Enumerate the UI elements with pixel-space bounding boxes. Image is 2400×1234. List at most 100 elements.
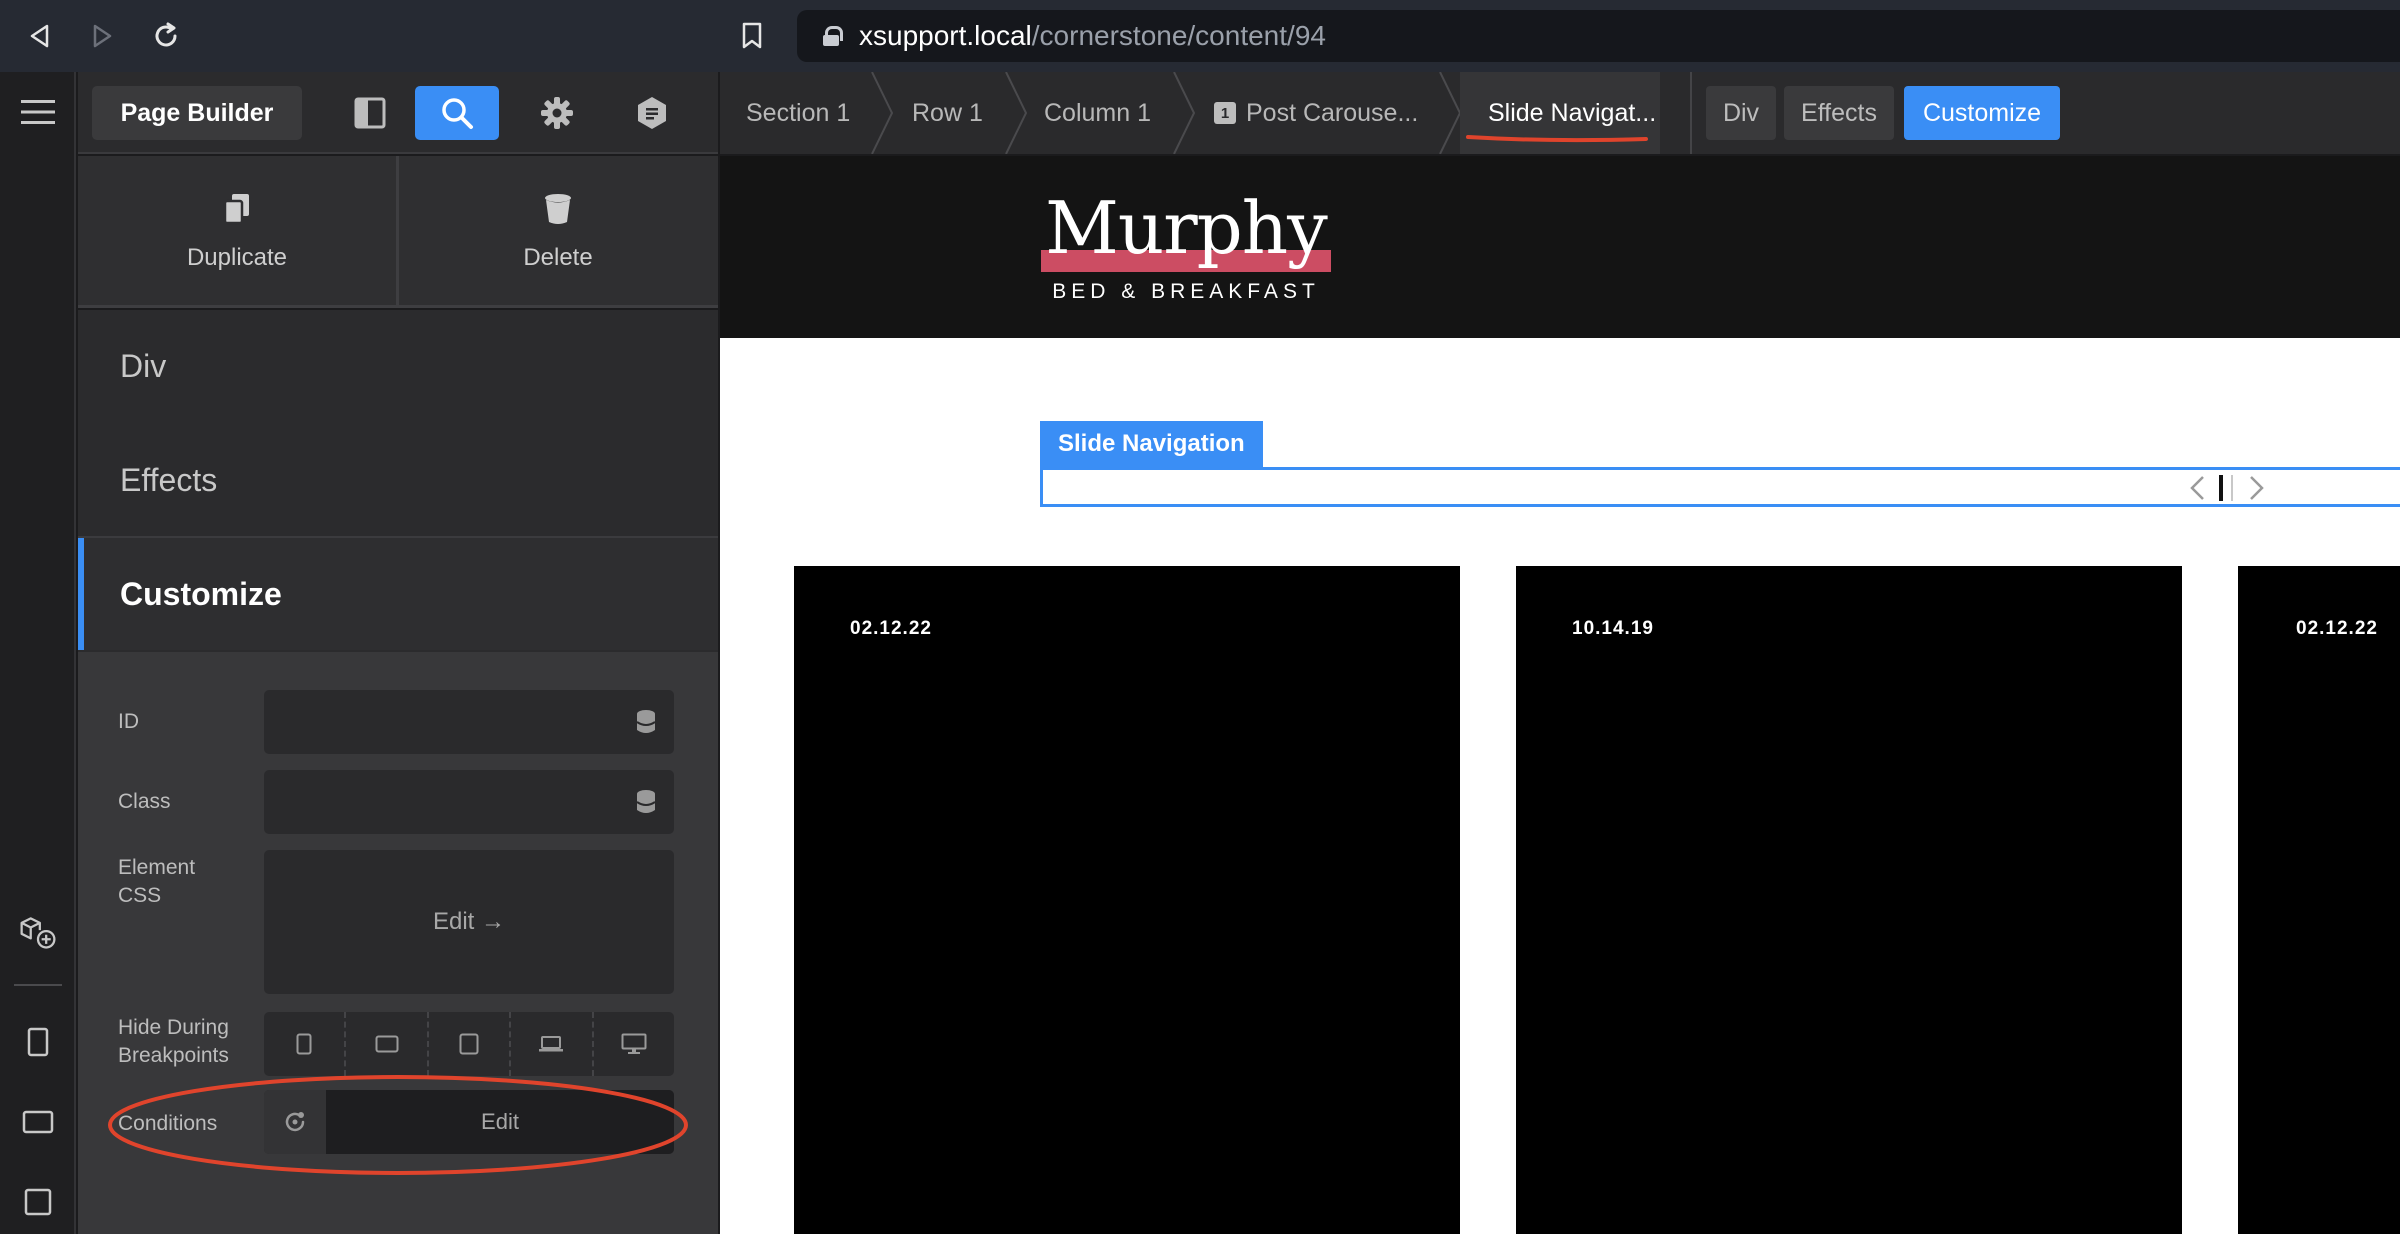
breadcrumb-badge: 1 — [1214, 102, 1236, 124]
breadcrumb-column[interactable]: Column 1 — [1044, 72, 1151, 154]
divider-icon — [2231, 475, 2233, 501]
gear-icon — [541, 97, 573, 129]
chevron-right-icon[interactable] — [2246, 475, 2266, 501]
phone-landscape-icon — [375, 1035, 399, 1053]
forward-button[interactable] — [82, 16, 122, 56]
mobile-view-button[interactable] — [18, 1022, 58, 1062]
search-icon — [442, 98, 473, 129]
element-actions: Duplicate Delete — [78, 156, 718, 308]
tablet-landscape-icon — [22, 1110, 54, 1134]
post-card[interactable]: 10.14.19 — [1516, 566, 2182, 1234]
duplicate-label: Duplicate — [186, 244, 288, 271]
lock-icon — [823, 26, 843, 46]
highlight-ellipse — [108, 1075, 688, 1175]
post-date: 10.14.19 — [1572, 618, 1654, 639]
preview-canvas: Murphy BED & BREAKFAST Slide Navigation … — [720, 156, 2400, 1234]
logo-wordmark[interactable]: Murphy — [1041, 190, 1331, 266]
bookmark-button[interactable] — [732, 16, 772, 56]
chevron-separator — [1173, 72, 1196, 154]
dynamic-content-icon — [636, 710, 656, 733]
bookmark-icon — [742, 22, 762, 49]
rail-divider — [14, 984, 62, 986]
hide-xl-toggle[interactable] — [594, 1012, 674, 1076]
element-css-label: Element CSS — [118, 856, 196, 907]
hide-sm-toggle[interactable] — [346, 1012, 429, 1076]
hide-md-toggle[interactable] — [429, 1012, 512, 1076]
post-card[interactable]: 02.12.22 — [794, 566, 1460, 1234]
breadcrumb-divider — [1690, 72, 1692, 154]
chevron-separator — [1439, 72, 1462, 154]
chevron-left-icon[interactable] — [2188, 475, 2208, 501]
app-root: xsupport.local/cornerstone/content/94 Pa… — [0, 0, 2400, 1234]
page-builder-button[interactable]: Page Builder — [92, 86, 302, 140]
breadcrumb-row[interactable]: Row 1 — [912, 72, 983, 154]
sidebar-layout-icon — [354, 97, 386, 129]
address-bar[interactable]: xsupport.local/cornerstone/content/94 — [797, 10, 2400, 62]
builder-toolbar: Page Builder — [78, 72, 718, 154]
chevron-separator — [1005, 72, 1028, 154]
element-css-edit-label: Edit → — [432, 908, 506, 935]
back-icon — [30, 24, 49, 48]
hide-lg-toggle[interactable] — [511, 1012, 594, 1076]
menu-button[interactable] — [18, 92, 58, 132]
tab-customize[interactable]: Customize — [78, 538, 718, 650]
back-button[interactable] — [20, 16, 60, 56]
dynamic-content-icon — [636, 790, 656, 813]
slide-nav-controls — [2188, 475, 2266, 501]
wordpress-button[interactable] — [610, 86, 694, 140]
tablet-view-button[interactable] — [18, 1102, 58, 1142]
inspect-button[interactable] — [415, 86, 499, 140]
post-date: 02.12.22 — [850, 618, 932, 639]
add-element-button[interactable] — [18, 912, 58, 952]
breadcrumb-label: Section 1 — [746, 98, 851, 127]
desktop-view-button[interactable] — [18, 1182, 58, 1222]
hide-breakpoints-label: Hide During Breakpoints — [118, 1016, 229, 1067]
tab-effects[interactable]: Effects — [78, 424, 718, 536]
breadcrumb-post-carousel[interactable]: 1 Post Carouse... — [1214, 72, 1418, 154]
inspector-tabs: Div Effects Customize — [78, 310, 718, 652]
breadcrumb: Section 1 Row 1 Column 1 1 Post Carouse.… — [720, 72, 2400, 154]
breadcrumb-section[interactable]: Section 1 — [746, 72, 850, 154]
browser-toolbar: xsupport.local/cornerstone/content/94 — [0, 0, 2400, 72]
id-label: ID — [118, 710, 139, 733]
chevron-separator — [871, 72, 894, 154]
reload-button[interactable] — [146, 16, 186, 56]
forward-icon — [93, 24, 112, 48]
layout-toggle-button[interactable] — [328, 86, 412, 140]
phone-icon — [27, 1027, 49, 1057]
hide-xs-toggle[interactable] — [264, 1012, 347, 1076]
laptop-icon — [539, 1036, 564, 1052]
breadcrumb-label: Slide Navigat... — [1488, 98, 1657, 127]
delete-button[interactable]: Delete — [399, 156, 717, 308]
duplicate-icon — [223, 194, 249, 225]
post-card[interactable]: 02.12.22 — [2238, 566, 2400, 1234]
breakpoint-toggles — [264, 1012, 674, 1076]
left-rail — [0, 72, 76, 1234]
tablet-icon — [459, 1033, 479, 1055]
hamburger-icon — [21, 100, 55, 124]
text-cursor-icon — [2219, 475, 2223, 501]
breadcrumb-label: Post Carouse... — [1246, 98, 1419, 127]
slide-navigation-tag[interactable]: Slide Navigation — [1040, 421, 1263, 467]
hexagon-doc-icon — [638, 97, 666, 129]
class-label: Class — [118, 790, 171, 813]
boxes-plus-icon — [20, 917, 56, 949]
url-host: xsupport.local — [859, 20, 1032, 51]
mode-tab-effects[interactable]: Effects — [1784, 86, 1894, 140]
breadcrumb-label: Column 1 — [1044, 98, 1151, 127]
desktop-icon — [621, 1033, 647, 1054]
underline-annotation — [1466, 135, 1648, 143]
id-input[interactable] — [264, 690, 674, 754]
post-date: 02.12.22 — [2296, 618, 2378, 639]
class-input[interactable] — [264, 770, 674, 834]
mode-tab-customize[interactable]: Customize — [1904, 86, 2060, 140]
settings-button[interactable] — [515, 86, 599, 140]
delete-label: Delete — [523, 244, 593, 271]
reload-icon — [155, 22, 177, 47]
mode-tab-div[interactable]: Div — [1706, 86, 1776, 140]
trash-icon — [545, 194, 571, 224]
tab-div[interactable]: Div — [78, 310, 718, 422]
element-css-edit-button[interactable]: Edit → — [264, 850, 674, 994]
duplicate-button[interactable]: Duplicate — [78, 156, 396, 308]
square-screen-icon — [24, 1188, 52, 1216]
